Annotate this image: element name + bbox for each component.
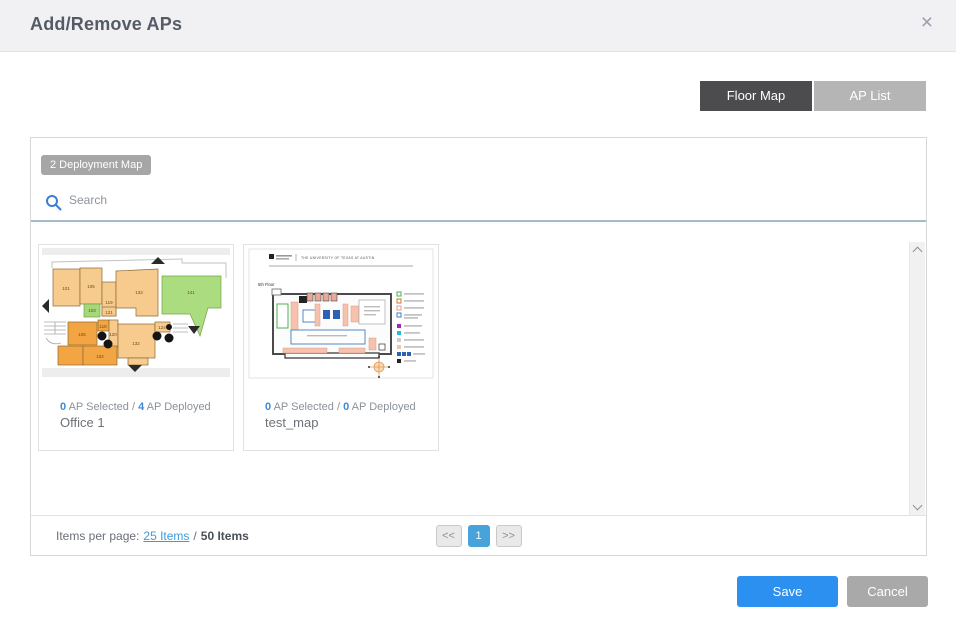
map-list: 101 105 119 103 121 133 141 106 118 120 … [31, 222, 926, 515]
close-icon[interactable]: × [921, 12, 933, 33]
scroll-down-icon[interactable] [913, 501, 923, 511]
page-controls: << 1 >> [436, 525, 522, 547]
view-tabs: Floor Map AP List [700, 81, 926, 111]
pagination-bar: Items per page: 25 Items / 50 Items << 1… [31, 515, 926, 555]
scroll-up-icon[interactable] [913, 247, 923, 257]
modal-header: Add/Remove APs × [0, 0, 956, 52]
svg-text:132: 132 [132, 341, 140, 346]
svg-text:THE UNIVERSITY OF TEXAS AT AUS: THE UNIVERSITY OF TEXAS AT AUSTIN [301, 256, 375, 260]
svg-text:121: 121 [105, 310, 113, 315]
search-input[interactable] [69, 193, 569, 207]
svg-text:106: 106 [78, 332, 86, 337]
ap-selected-label: AP Selected / [271, 401, 343, 413]
floor-plan-thumbnail-office-1[interactable]: 101 105 119 103 121 133 141 106 118 120 … [40, 246, 232, 382]
map-card-office-1[interactable]: 101 105 119 103 121 133 141 106 118 120 … [38, 244, 234, 451]
office-floor-plan-image: 101 105 119 103 121 133 141 106 118 120 … [40, 246, 232, 382]
cancel-button[interactable]: Cancel [847, 576, 928, 607]
svg-text:118: 118 [99, 324, 107, 329]
svg-text:101: 101 [62, 286, 70, 291]
first-page-button[interactable]: << [436, 525, 462, 547]
map-card-test-map[interactable]: THE UNIVERSITY OF TEXAS AT AUSTIN 5th Fl… [243, 244, 439, 451]
svg-text:141: 141 [187, 290, 195, 295]
rooms [53, 268, 170, 365]
map-name: test_map [265, 415, 318, 430]
svg-text:102: 102 [96, 354, 104, 359]
last-page-button[interactable]: >> [496, 525, 522, 547]
library-floor-plan-image: THE UNIVERSITY OF TEXAS AT AUSTIN 5th Fl… [245, 246, 437, 382]
current-page-button[interactable]: 1 [468, 525, 490, 547]
page-title: Add/Remove APs [30, 14, 182, 35]
svg-text:105: 105 [87, 284, 95, 289]
save-button[interactable]: Save [737, 576, 838, 607]
deployment-map-panel: 2 Deployment Map [30, 137, 927, 556]
svg-text:120: 120 [109, 332, 117, 337]
search-icon [45, 194, 62, 211]
ap-deployed-label: AP Deployed [144, 401, 210, 413]
items-separator: / [193, 529, 196, 543]
search-bar [31, 186, 926, 222]
ap-deployed-label: AP Deployed [349, 401, 415, 413]
tab-floor-map[interactable]: Floor Map [700, 81, 812, 111]
page-size-link[interactable]: 25 Items [143, 529, 189, 543]
svg-text:124: 124 [158, 325, 166, 330]
total-items-label: 50 Items [201, 529, 249, 543]
items-per-page-info: Items per page: 25 Items / 50 Items [56, 516, 249, 555]
tab-ap-list[interactable]: AP List [814, 81, 926, 111]
items-per-page-label: Items per page: [56, 529, 139, 543]
ap-stats: 0 AP Selected / 4 AP Deployed [60, 401, 211, 413]
map-name: Office 1 [60, 415, 105, 430]
floor-plan-thumbnail-test-map[interactable]: THE UNIVERSITY OF TEXAS AT AUSTIN 5th Fl… [245, 246, 437, 382]
svg-text:103: 103 [88, 308, 96, 313]
floor-label: 5th Floor [258, 282, 275, 287]
svg-text:119: 119 [105, 300, 113, 305]
ap-selected-label: AP Selected / [66, 401, 138, 413]
ap-stats: 0 AP Selected / 0 AP Deployed [265, 401, 416, 413]
svg-text:133: 133 [135, 290, 143, 295]
vertical-scrollbar[interactable] [909, 242, 925, 515]
deployment-map-count-badge: 2 Deployment Map [41, 155, 151, 175]
